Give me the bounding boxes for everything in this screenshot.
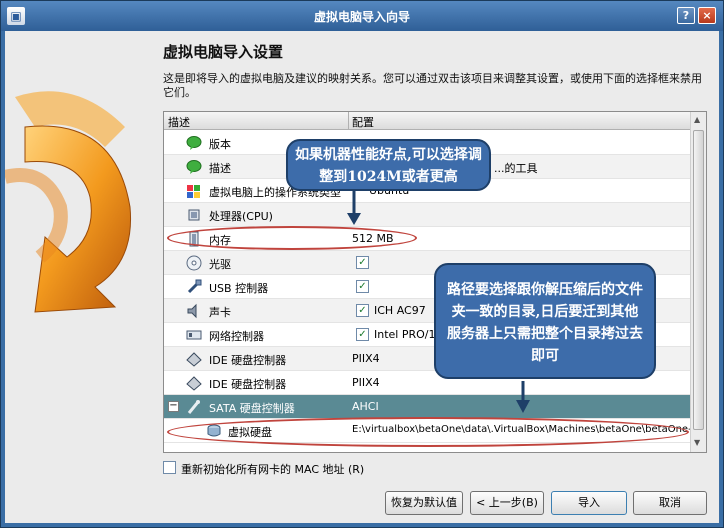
import-button[interactable]: 导入 [551,491,627,515]
row-label: 版本 [209,138,231,151]
ide-controller-icon [186,376,202,391]
restore-defaults-button[interactable]: 恢复为默认值 [385,491,463,515]
row-sata-controller[interactable]: − SATA 硬盘控制器 AHCI [164,395,691,419]
cancel-button[interactable]: 取消 [633,491,707,515]
column-header-config[interactable]: 配置 [352,114,374,130]
row-label: 描述 [209,162,231,175]
sata-controller-icon [187,400,200,414]
network-controller-checkbox[interactable]: ✓ [356,328,369,341]
column-separator[interactable] [348,112,349,130]
scroll-down-icon[interactable]: ▼ [694,438,700,447]
row-label: 处理器(CPU) [209,210,273,223]
speaker-icon [187,303,197,319]
scroll-thumb[interactable] [693,130,704,430]
os-type-icon [187,185,200,198]
usb-controller-checkbox[interactable]: ✓ [356,280,369,293]
page-description: 这是即将导入的虚拟电脑及建议的映射关系。您可以通过双击该项目来调整其设置，或使用… [163,72,702,99]
row-label: 光驱 [209,258,231,271]
window-title: 虚拟电脑导入向导 [313,10,410,24]
tree-header: 描述 配置 [164,112,691,130]
back-button[interactable]: < 上一步(B) [470,491,544,515]
scroll-up-icon[interactable]: ▲ [694,115,700,124]
speech-bubble-icon [186,136,202,150]
row-value: ...的工具 [494,162,538,175]
usb-icon [187,279,202,294]
row-label: IDE 硬盘控制器 [209,354,287,367]
page-heading: 虚拟电脑导入设置 [163,43,284,61]
row-value: ICH AC97 [374,304,426,317]
row-value: AHCI [352,400,379,413]
path-callout: 路径要选择跟你解压缩后的文件夹一致的目录,日后要迁到其他服务器上只需把整个目录拷… [434,263,656,379]
memory-highlight-ellipse [167,226,417,250]
network-card-icon [186,330,202,340]
row-value: PIIX4 [352,376,380,389]
row-label: USB 控制器 [209,282,269,295]
sound-card-checkbox[interactable]: ✓ [356,304,369,317]
row-label: SATA 硬盘控制器 [209,402,295,415]
import-arrow-illustration [5,91,132,313]
virtual-disk-highlight-ellipse [167,417,689,447]
optical-disc-icon [186,255,202,271]
title-bar[interactable]: ▣ 虚拟电脑导入向导 ? × [1,1,723,31]
ide-controller-icon [186,352,202,367]
row-value: PIIX4 [352,352,380,365]
row-label: 网络控制器 [209,330,264,343]
memory-callout: 如果机器性能好点,可以选择调整到1024M或者更高 [286,139,491,191]
help-button[interactable]: ? [677,7,695,24]
row-label: IDE 硬盘控制器 [209,378,287,391]
collapse-toggle[interactable]: − [168,401,179,412]
row-label: 声卡 [209,306,231,319]
import-wizard-window: ▣ 虚拟电脑导入向导 ? × 虚拟电脑导入设置 这是即将导入的虚拟电脑及建议的映… [0,0,724,528]
column-header-description[interactable]: 描述 [168,114,190,130]
optical-drive-checkbox[interactable]: ✓ [356,256,369,269]
row-cpu[interactable]: 处理器(CPU) [164,203,691,227]
cpu-icon [188,209,200,221]
close-button[interactable]: × [698,7,716,24]
reinit-mac-label[interactable]: 重新初始化所有网卡的 MAC 地址 (R) [181,461,364,477]
reinit-mac-checkbox[interactable] [163,461,176,474]
speech-bubble-icon [186,160,202,174]
tree-scrollbar[interactable]: ▲ ▼ [690,112,706,452]
